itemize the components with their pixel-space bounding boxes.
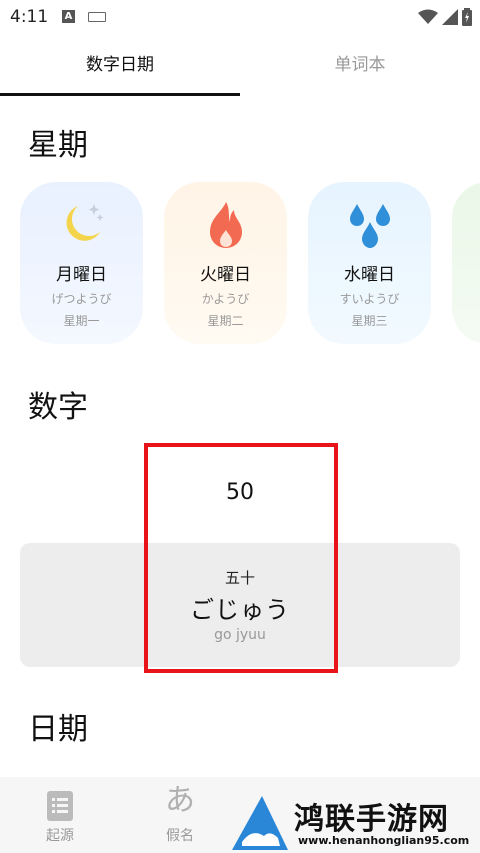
- weekday-kana: げつようび: [51, 292, 112, 306]
- keyboard-icon: [88, 12, 106, 22]
- signal-icon: [442, 9, 458, 25]
- weekday-card-wednesday[interactable]: 水曜日 すいようび 星期三: [308, 182, 431, 344]
- weekday-card-monday[interactable]: 月曜日 げつようび 星期一: [20, 182, 143, 344]
- moon-stars-icon: [66, 204, 104, 241]
- flame-icon: [210, 202, 242, 248]
- watermark: 鸿联手游网 www.henanhonglian95.com: [228, 790, 480, 853]
- date-section-title: 日期: [28, 712, 88, 747]
- tab-word-book[interactable]: 单词本: [240, 34, 480, 96]
- watermark-title: 鸿联手游网: [294, 802, 449, 837]
- watermark-logo-icon: [232, 796, 288, 850]
- weekday-kana: すいようび: [339, 292, 400, 306]
- status-icons: [418, 6, 472, 28]
- weekday-name: 水曜日: [344, 265, 395, 285]
- notification-a-icon: A: [62, 10, 75, 23]
- nav-label: 假名: [166, 828, 194, 844]
- weekday-chinese: 星期三: [351, 314, 388, 328]
- weekday-chinese: 星期一: [63, 314, 100, 328]
- nav-item-origin[interactable]: 起源: [15, 777, 105, 853]
- watermark-url: www.henanhonglian95.com: [298, 834, 470, 847]
- weekday-card-tuesday[interactable]: 火曜日 かようび 星期二: [164, 182, 287, 344]
- weekday-name: 火曜日: [200, 265, 251, 285]
- status-time: 4:11: [10, 7, 49, 27]
- nav-label: 起源: [46, 828, 74, 844]
- weekday-section-title: 星期: [28, 128, 88, 163]
- tab-bar: 数字日期 单词本: [0, 34, 480, 96]
- list-icon: [47, 791, 73, 821]
- water-drops-icon: [350, 204, 390, 248]
- battery-icon: [462, 8, 472, 26]
- active-tab-indicator: [0, 93, 240, 96]
- tab-number-date[interactable]: 数字日期: [0, 34, 240, 96]
- highlight-box: [144, 443, 338, 673]
- hiragana-a-icon: あ: [165, 783, 195, 818]
- weekday-name: 月曜日: [56, 265, 107, 285]
- weekday-kana: かようび: [201, 292, 250, 306]
- number-section-title: 数字: [28, 390, 88, 425]
- wifi-icon: [418, 9, 438, 24]
- weekday-chinese: 星期二: [207, 314, 244, 328]
- status-bar: 4:11 A: [0, 0, 480, 34]
- nav-item-kana[interactable]: あ 假名: [135, 777, 225, 853]
- weekday-card-next-peek[interactable]: [452, 182, 480, 344]
